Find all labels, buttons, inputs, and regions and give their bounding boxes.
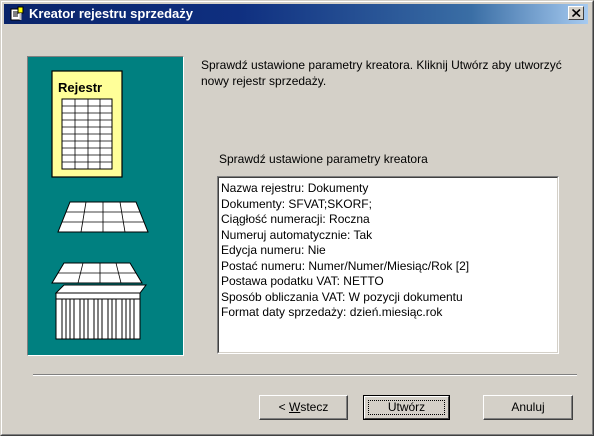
back-prefix: <	[278, 400, 289, 414]
instructions-text: Sprawdź ustawione parametry kreatora. Kl…	[201, 58, 562, 88]
wizard-document-icon	[9, 6, 25, 22]
cancel-button[interactable]: Anuluj	[483, 395, 573, 420]
create-button[interactable]: Utwórz	[363, 395, 450, 420]
register-label: Rejestr	[58, 80, 102, 95]
sheet-graphic	[57, 201, 149, 233]
summary-label: Sprawdź ustawione parametry kreatora	[219, 152, 428, 166]
window-title: Kreator rejestru sprzedaży	[29, 6, 194, 21]
close-button[interactable]	[568, 6, 584, 20]
back-mnemonic: W	[289, 400, 301, 414]
stack-graphic	[51, 262, 147, 340]
cancel-label: Anuluj	[511, 400, 545, 414]
back-label-rest: stecz	[300, 400, 329, 414]
wizard-illustration: Rejestr	[27, 56, 184, 356]
back-button[interactable]: < Wstecz	[259, 395, 348, 420]
close-icon	[572, 9, 581, 17]
summary-listbox[interactable]: Nazwa rejestru: Dokumenty Dokumenty: SFV…	[217, 176, 559, 354]
create-label: Utwórz	[387, 400, 426, 414]
button-separator	[33, 374, 577, 376]
title-bar[interactable]: Kreator rejestru sprzedaży	[4, 4, 588, 24]
wizard-window: Kreator rejestru sprzedaży Rejestr Spraw…	[0, 0, 594, 436]
